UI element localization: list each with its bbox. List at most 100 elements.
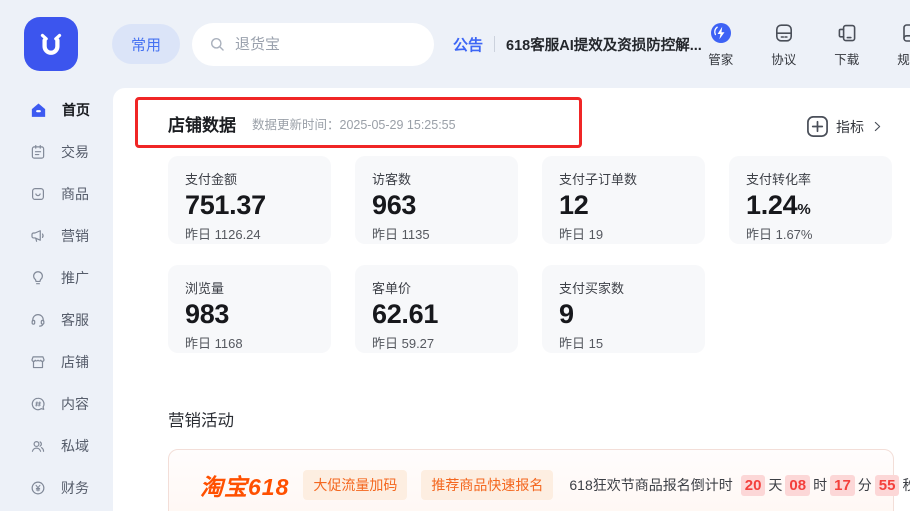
countdown-unit: 分 xyxy=(858,475,872,495)
stat-yesterday: 昨日 1168 xyxy=(185,333,314,352)
countdown-unit: 天 xyxy=(768,475,782,495)
rules-icon xyxy=(898,21,910,45)
countdown-days: 20 xyxy=(741,475,766,496)
sidebar-item-home[interactable]: 首页 xyxy=(0,89,113,131)
promo-banner-618[interactable]: 淘宝618 大促流量加码 推荐商品快速报名 618狂欢节商品报名倒计时 20 天… xyxy=(168,449,894,511)
marketing-section-title: 营销活动 xyxy=(168,407,234,431)
countdown-minutes: 17 xyxy=(830,475,855,496)
download-button[interactable]: 下载 xyxy=(828,21,866,68)
stat-card-sub-orders[interactable]: 支付子订单数 12 昨日 19 xyxy=(542,156,705,244)
sidebar-item-shop[interactable]: 店铺 xyxy=(0,341,113,383)
home-icon xyxy=(29,101,48,120)
stat-label: 浏览量 xyxy=(185,278,314,297)
stat-card-avg-order-value[interactable]: 客单价 62.61 昨日 59.27 xyxy=(355,265,518,353)
stat-yesterday: 昨日 15 xyxy=(559,333,688,352)
stat-value: 1.24% xyxy=(746,191,875,221)
stat-label: 支付子订单数 xyxy=(559,169,688,188)
update-time-text: 数据更新时间：2025-05-29 15:25:55 xyxy=(252,114,456,133)
sidebar-item-label: 交易 xyxy=(61,142,89,162)
stat-value: 9 xyxy=(559,300,688,330)
stat-yesterday: 昨日 1.67% xyxy=(746,224,875,243)
metric-config-button[interactable]: 指标 xyxy=(806,115,884,138)
sidebar-item-promotion[interactable]: 推广 xyxy=(0,257,113,299)
countdown-seconds: 55 xyxy=(875,475,900,496)
stat-card-pay-amount[interactable]: 支付金额 751.37 昨日 1126.24 xyxy=(168,156,331,244)
stat-label: 客单价 xyxy=(372,278,501,297)
shop-data-header: 店铺数据 数据更新时间：2025-05-29 15:25:55 xyxy=(168,111,456,136)
sidebar-nav: 首页 交易 商品 营销 xyxy=(0,88,113,511)
metric-button-label: 指标 xyxy=(836,117,864,137)
sidebar-item-finance[interactable]: 财务 xyxy=(0,467,113,509)
countdown-unit: 秒 xyxy=(902,475,910,495)
main-panel: 店铺数据 数据更新时间：2025-05-29 15:25:55 指标 支付金额 … xyxy=(113,88,910,511)
download-icon xyxy=(835,21,859,45)
stat-yesterday: 昨日 1135 xyxy=(372,224,501,243)
stat-card-page-views[interactable]: 浏览量 983 昨日 1168 xyxy=(168,265,331,353)
taobao-618-logo: 淘宝618 xyxy=(200,468,289,502)
divider xyxy=(494,36,495,52)
top-bar: 常用 公告 618客服AI提效及资损防控解... 管家 xyxy=(0,0,910,88)
stat-value: 751.37 xyxy=(185,191,314,221)
search-icon xyxy=(208,35,227,54)
stat-value: 12 xyxy=(559,191,688,221)
content-icon xyxy=(29,395,47,413)
trade-icon xyxy=(29,143,47,161)
sidebar-item-label: 推广 xyxy=(61,268,89,288)
stat-card-conversion-rate[interactable]: 支付转化率 1.24% 昨日 1.67% xyxy=(729,156,892,244)
rules-label: 规则 xyxy=(897,49,910,68)
sidebar-item-marketing[interactable]: 营销 xyxy=(0,215,113,257)
promotion-icon xyxy=(29,269,47,287)
search-input[interactable] xyxy=(235,36,405,53)
sidebar-item-label: 财务 xyxy=(61,478,89,498)
agreement-icon xyxy=(772,21,796,45)
sidebar-item-trade[interactable]: 交易 xyxy=(0,131,113,173)
private-domain-icon xyxy=(29,437,47,455)
top-actions: 管家 协议 下载 xyxy=(702,21,910,68)
plus-square-icon xyxy=(806,115,829,138)
promo-tag[interactable]: 大促流量加码 xyxy=(303,470,407,500)
rules-button[interactable]: 规则 xyxy=(891,21,910,68)
stat-yesterday: 昨日 19 xyxy=(559,224,688,243)
sidebar-item-label: 客服 xyxy=(61,310,89,330)
sidebar-item-label: 内容 xyxy=(61,394,89,414)
sidebar-item-goods[interactable]: 商品 xyxy=(0,173,113,215)
stat-label: 支付转化率 xyxy=(746,169,875,188)
stat-label: 支付金额 xyxy=(185,169,314,188)
customer-service-icon xyxy=(29,311,47,329)
countdown-hours: 08 xyxy=(785,475,810,496)
search-box[interactable] xyxy=(192,23,434,66)
butler-button[interactable]: 管家 xyxy=(702,21,740,68)
countdown-timer: 20 天 08 时 17 分 55 秒 xyxy=(741,475,910,496)
sidebar-item-private-domain[interactable]: 私域 xyxy=(0,425,113,467)
chevron-right-icon xyxy=(871,120,884,133)
sidebar-item-customer-service[interactable]: 客服 xyxy=(0,299,113,341)
sidebar-item-label: 店铺 xyxy=(61,352,89,372)
stat-yesterday: 昨日 59.27 xyxy=(372,333,501,352)
announcement-label: 公告 xyxy=(453,34,483,55)
stat-value: 963 xyxy=(372,191,501,221)
stats-grid: 支付金额 751.37 昨日 1126.24 访客数 963 昨日 1135 支… xyxy=(168,156,898,353)
quick-access-button[interactable]: 常用 xyxy=(112,24,180,64)
sidebar-item-label: 首页 xyxy=(62,100,90,120)
marketing-icon xyxy=(29,227,47,245)
butler-icon xyxy=(709,21,733,45)
agreement-button[interactable]: 协议 xyxy=(765,21,803,68)
stat-value: 983 xyxy=(185,300,314,330)
announcement-text: 618客服AI提效及资损防控解... xyxy=(506,34,702,55)
sidebar-item-label: 营销 xyxy=(61,226,89,246)
butler-label: 管家 xyxy=(708,49,733,68)
sidebar-item-content[interactable]: 内容 xyxy=(0,383,113,425)
finance-icon xyxy=(29,479,47,497)
stat-card-paying-buyers[interactable]: 支付买家数 9 昨日 15 xyxy=(542,265,705,353)
download-label: 下载 xyxy=(834,49,859,68)
announcement-bar[interactable]: 公告 618客服AI提效及资损防控解... xyxy=(453,34,702,55)
promo-tag[interactable]: 推荐商品快速报名 xyxy=(421,470,553,500)
quick-access-label: 常用 xyxy=(131,34,161,55)
sidebar-item-label: 私域 xyxy=(61,436,89,456)
goods-icon xyxy=(29,185,47,203)
shop-icon xyxy=(29,353,47,371)
agreement-label: 协议 xyxy=(771,49,796,68)
stat-card-visitors[interactable]: 访客数 963 昨日 1135 xyxy=(355,156,518,244)
qianniu-logo[interactable] xyxy=(24,17,78,71)
stat-value: 62.61 xyxy=(372,300,501,330)
